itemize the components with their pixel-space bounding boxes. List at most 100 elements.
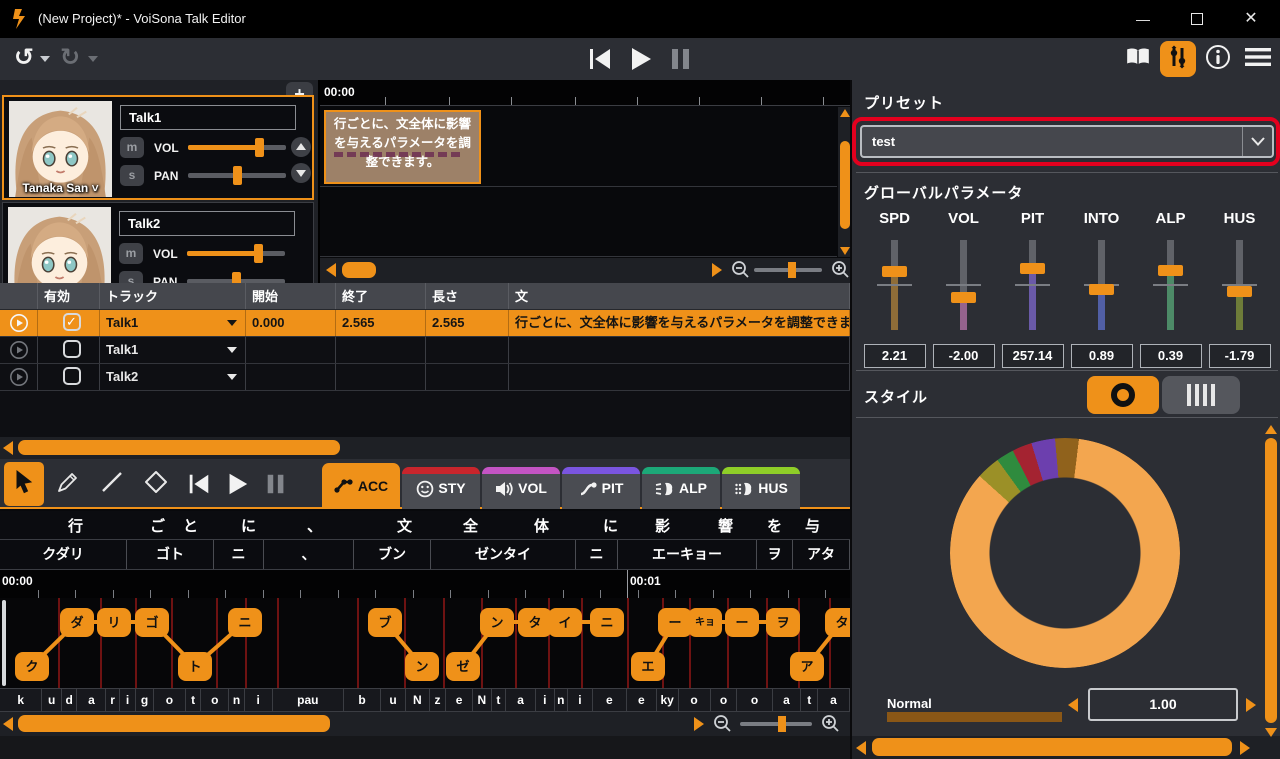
accent-node[interactable]: ン <box>405 652 439 681</box>
row-enabled-checkbox[interactable] <box>38 364 100 390</box>
menu-button[interactable] <box>1240 41 1276 77</box>
volume-slider[interactable] <box>188 145 286 150</box>
track-card-talk2[interactable]: Tanaka San ˅ Talk2 m VOL s PAN <box>2 202 314 283</box>
mixer-panel-button[interactable] <box>1160 41 1196 77</box>
table-row[interactable]: Talk1 <box>0 337 850 364</box>
phoneme-cell[interactable]: o <box>679 688 711 712</box>
accent-node[interactable]: ー <box>658 608 692 637</box>
slider-handle[interactable] <box>1227 286 1252 297</box>
accent-node[interactable]: ヲ <box>766 608 800 637</box>
maximize-button[interactable] <box>1182 8 1212 30</box>
preset-dropdown[interactable]: test <box>860 125 1274 158</box>
style-value-box[interactable]: 1.00 <box>1088 688 1238 721</box>
zoom-out-icon[interactable] <box>712 713 732 738</box>
param-value-box[interactable]: 0.89 <box>1071 344 1133 368</box>
reading-cell[interactable]: ゴト <box>127 540 214 569</box>
row-track-select[interactable]: Talk2 <box>100 364 246 390</box>
phoneme-cell[interactable]: e <box>446 688 473 712</box>
phoneme-cell[interactable]: i <box>568 688 593 712</box>
tab-sty[interactable]: STY <box>402 467 480 509</box>
slider-handle[interactable] <box>951 292 976 303</box>
info-button[interactable] <box>1200 41 1236 77</box>
slider-handle[interactable] <box>1089 284 1114 295</box>
phoneme-cell[interactable]: o <box>737 688 772 712</box>
undo-dropdown-caret[interactable] <box>40 56 50 62</box>
param-slider[interactable] <box>860 240 929 330</box>
pan-slider[interactable] <box>188 173 286 178</box>
scroll-down-arrow[interactable] <box>1265 728 1277 737</box>
zoom-slider-handle[interactable] <box>788 262 796 278</box>
scrollbar-thumb[interactable] <box>18 715 330 732</box>
phoneme-cell[interactable]: b <box>344 688 381 712</box>
param-value-box[interactable]: -1.79 <box>1209 344 1271 368</box>
minimize-button[interactable]: — <box>1128 8 1158 30</box>
phoneme-cell[interactable]: a <box>818 688 850 712</box>
accent-node[interactable]: エ <box>631 652 665 681</box>
styles-horizontal-scrollbar[interactable] <box>852 736 1280 759</box>
scrollbar-thumb[interactable] <box>18 440 340 455</box>
phoneme-cell[interactable]: d <box>62 688 77 712</box>
row-sentence-text[interactable] <box>509 364 850 390</box>
style-pie-view-button[interactable] <box>1087 376 1159 414</box>
accent-node[interactable]: ダ <box>60 608 94 637</box>
row-enabled-checkbox[interactable]: ✓ <box>38 310 100 336</box>
reading-cell[interactable]: アタ <box>793 540 850 569</box>
phoneme-cell[interactable]: i <box>120 688 137 712</box>
phoneme-cell[interactable]: a <box>506 688 536 712</box>
tab-acc[interactable]: ACC <box>322 463 400 509</box>
skip-to-start-button[interactable] <box>586 45 614 73</box>
phoneme-cell[interactable]: k <box>0 688 42 712</box>
track-card-talk1[interactable]: Tanaka San ˅ Talk1 m VOL s PAN <box>2 95 314 200</box>
dictionary-button[interactable] <box>1120 41 1156 77</box>
phoneme-cell[interactable]: e <box>627 688 657 712</box>
zoom-slider[interactable] <box>740 722 812 726</box>
undo-button[interactable]: ↺ <box>8 42 40 74</box>
style-scrollbar-thumb[interactable] <box>1265 438 1277 723</box>
character-avatar[interactable]: Tanaka San ˅ <box>9 101 112 197</box>
style-bars-view-button[interactable] <box>1162 376 1240 414</box>
redo-dropdown-caret[interactable] <box>88 56 98 62</box>
accent-node[interactable]: イ <box>548 608 582 637</box>
phoneme-cell[interactable]: a <box>77 688 106 712</box>
scroll-right-arrow[interactable] <box>694 717 704 731</box>
speech-clip[interactable]: 行ごとに、文全体に影響を与えるパラメータを調整できます。 <box>324 110 481 184</box>
phoneme-cell[interactable]: o <box>201 688 229 712</box>
tab-hus[interactable]: HUS <box>722 467 800 509</box>
reading-cell[interactable]: ブン <box>354 540 431 569</box>
track-move-down-button[interactable] <box>291 163 311 183</box>
reading-cell[interactable]: ゼンタイ <box>431 540 576 569</box>
reading-cell[interactable]: ニ <box>576 540 618 569</box>
accent-node[interactable]: ン <box>480 608 514 637</box>
slider-handle[interactable] <box>1158 265 1183 276</box>
param-slider[interactable] <box>1205 240 1274 330</box>
phoneme-cell[interactable]: u <box>42 688 62 712</box>
param-slider[interactable] <box>998 240 1067 330</box>
mute-button[interactable]: m <box>119 243 143 264</box>
scroll-right-arrow[interactable] <box>712 263 722 277</box>
phoneme-cell[interactable]: a <box>773 688 802 712</box>
editor-pause-button[interactable] <box>264 471 288 502</box>
style-value-bar[interactable] <box>887 712 1062 722</box>
scroll-right-arrow[interactable] <box>1240 741 1250 755</box>
timeline-lane-2[interactable] <box>320 188 837 257</box>
slider-handle[interactable] <box>882 266 907 277</box>
zoom-in-icon[interactable] <box>820 713 840 738</box>
phoneme-cell[interactable]: ky <box>657 688 679 712</box>
scroll-left-arrow[interactable] <box>3 441 13 455</box>
line-tool-button[interactable] <box>92 462 132 506</box>
track-name-input[interactable]: Talk2 <box>119 211 295 236</box>
style-decrease-arrow[interactable] <box>1068 698 1078 712</box>
timeline-horizontal-scrollbar[interactable] <box>320 258 852 283</box>
phoneme-cell[interactable]: N <box>406 688 430 712</box>
param-slider[interactable] <box>1136 240 1205 330</box>
accent-node[interactable]: ブ <box>368 608 402 637</box>
row-track-select[interactable]: Talk1 <box>100 337 246 363</box>
phoneme-cell[interactable]: z <box>430 688 447 712</box>
accent-node[interactable]: ゴ <box>135 608 169 637</box>
reading-cell[interactable]: エーキョー <box>618 540 757 569</box>
table-row[interactable]: ✓Talk10.0002.5652.565行ごとに、文全体に影響を与えるパラメー… <box>0 310 850 337</box>
redo-button[interactable]: ↻ <box>54 42 86 74</box>
accent-node[interactable]: タ <box>825 608 850 637</box>
eraser-tool-button[interactable] <box>136 462 176 506</box>
slider-handle[interactable] <box>1020 263 1045 274</box>
